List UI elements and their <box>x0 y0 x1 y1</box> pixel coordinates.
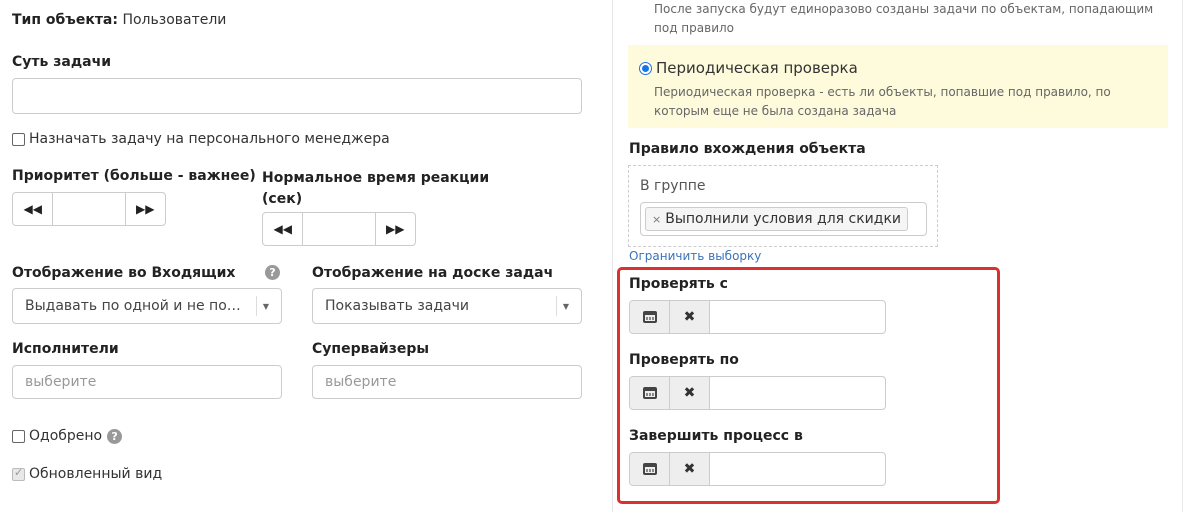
assign-manager-row: Назначать задачу на персонального менедж… <box>12 131 390 147</box>
priority-increase-button[interactable]: ▶▶ <box>126 193 165 225</box>
reaction-time-label: Нормальное время реакции (сек) <box>262 168 489 210</box>
calendar-button[interactable] <box>630 453 670 485</box>
double-right-arrow-icon: ▶▶ <box>386 222 405 236</box>
chevron-down-icon: ▼ <box>262 301 269 311</box>
supervisors-placeholder: выберите <box>325 374 397 390</box>
check-to-input[interactable] <box>710 377 885 409</box>
reaction-time-increase-button[interactable]: ▶▶ <box>376 213 415 245</box>
chevron-down-icon: ▼ <box>562 301 569 311</box>
clear-button[interactable]: ✖ <box>670 453 710 485</box>
remove-tag-icon[interactable]: × <box>652 213 661 226</box>
finish-process-input[interactable] <box>710 453 885 485</box>
check-from-label: Проверять с <box>629 276 728 292</box>
periodic-check-label: Периодическая проверка <box>656 59 858 77</box>
group-select[interactable]: × Выполнили условия для скидки <box>640 202 927 236</box>
updated-view-label: Обновленный вид <box>29 466 163 482</box>
updated-view-row: Обновленный вид <box>12 466 162 482</box>
reaction-time-label-line1: Нормальное время реакции <box>262 170 490 186</box>
clear-button[interactable]: ✖ <box>670 377 710 409</box>
entry-rule-label: Правило вхождения объекта <box>629 141 866 157</box>
calendar-button[interactable] <box>630 301 670 333</box>
assignees-placeholder: выберите <box>25 374 97 390</box>
close-icon: ✖ <box>683 309 696 325</box>
calendar-button[interactable] <box>630 377 670 409</box>
limit-selection-link[interactable]: Ограничить выборку <box>629 249 761 263</box>
close-icon: ✖ <box>683 385 696 401</box>
periodic-check-help: Периодическая проверка - есть ли объекты… <box>654 85 1111 118</box>
approved-checkbox[interactable] <box>12 429 25 443</box>
help-icon[interactable]: ? <box>107 428 123 444</box>
task-essence-label: Суть задачи <box>12 54 111 70</box>
check-from-datepicker[interactable]: ✖ <box>629 300 886 334</box>
approved-label: Одобрено <box>29 428 103 444</box>
reaction-time-stepper[interactable]: ◀◀ ▶▶ <box>262 212 416 246</box>
assign-manager-label: Назначать задачу на персонального менедж… <box>29 131 390 147</box>
assign-manager-checkbox[interactable] <box>12 132 25 146</box>
approved-row: Одобрено ? <box>12 428 123 444</box>
close-icon: ✖ <box>683 461 696 477</box>
priority-decrease-button[interactable]: ◀◀ <box>13 193 52 225</box>
run-once-help: После запуска будут единоразово созданы … <box>654 2 1154 35</box>
periodic-check-radio[interactable] <box>639 61 652 75</box>
inbox-display-value: Выдавать по одной и не показ… <box>25 298 248 314</box>
calendar-icon <box>642 387 657 399</box>
select-separator <box>255 296 257 316</box>
inbox-display-select[interactable]: Выдавать по одной и не показ… ▼ <box>12 288 282 324</box>
assignees-input[interactable]: выберите <box>12 365 282 399</box>
help-icon[interactable]: ? <box>265 265 280 280</box>
reaction-time-value-field[interactable] <box>302 213 376 245</box>
finish-process-datepicker[interactable]: ✖ <box>629 452 886 486</box>
inbox-display-label: Отображение во Входящих <box>12 265 236 281</box>
double-right-arrow-icon: ▶▶ <box>136 202 155 216</box>
object-type-line: Тип объекта: Пользователи <box>12 12 226 28</box>
page-edge <box>1182 0 1183 512</box>
board-display-label: Отображение на доске задач <box>312 265 554 281</box>
task-essence-input[interactable] <box>12 78 582 114</box>
in-group-label: В группе <box>640 178 706 194</box>
object-type-colon: : <box>112 12 118 28</box>
calendar-icon <box>642 463 657 475</box>
supervisors-input[interactable]: выберите <box>312 365 582 399</box>
select-separator <box>555 296 557 316</box>
reaction-time-label-line2: (сек) <box>262 191 303 207</box>
priority-label: Приоритет (больше - важнее) <box>12 168 256 184</box>
object-type-label: Тип объекта <box>12 12 113 28</box>
finish-process-label: Завершить процесс в <box>629 428 803 444</box>
board-display-select[interactable]: Показывать задачи ▼ <box>312 288 582 324</box>
check-to-datepicker[interactable]: ✖ <box>629 376 886 410</box>
object-type-value: Пользователи <box>122 12 227 28</box>
reaction-time-decrease-button[interactable]: ◀◀ <box>263 213 302 245</box>
check-from-input[interactable] <box>710 301 885 333</box>
double-left-arrow-icon: ◀◀ <box>273 222 292 236</box>
supervisors-label: Супервайзеры <box>312 341 430 357</box>
group-tag: × Выполнили условия для скидки <box>645 207 908 231</box>
check-to-label: Проверять по <box>629 352 739 368</box>
calendar-icon <box>642 311 657 323</box>
priority-stepper[interactable]: ◀◀ ▶▶ <box>12 192 166 226</box>
updated-view-checkbox <box>12 466 25 481</box>
column-divider <box>612 0 613 512</box>
group-tag-label: Выполнили условия для скидки <box>665 211 901 227</box>
clear-button[interactable]: ✖ <box>670 301 710 333</box>
board-display-value: Показывать задачи <box>325 298 469 314</box>
periodic-check-row[interactable]: Периодическая проверка <box>639 59 858 77</box>
priority-value-field[interactable] <box>52 193 126 225</box>
double-left-arrow-icon: ◀◀ <box>23 202 42 216</box>
assignees-label: Исполнители <box>12 341 119 357</box>
